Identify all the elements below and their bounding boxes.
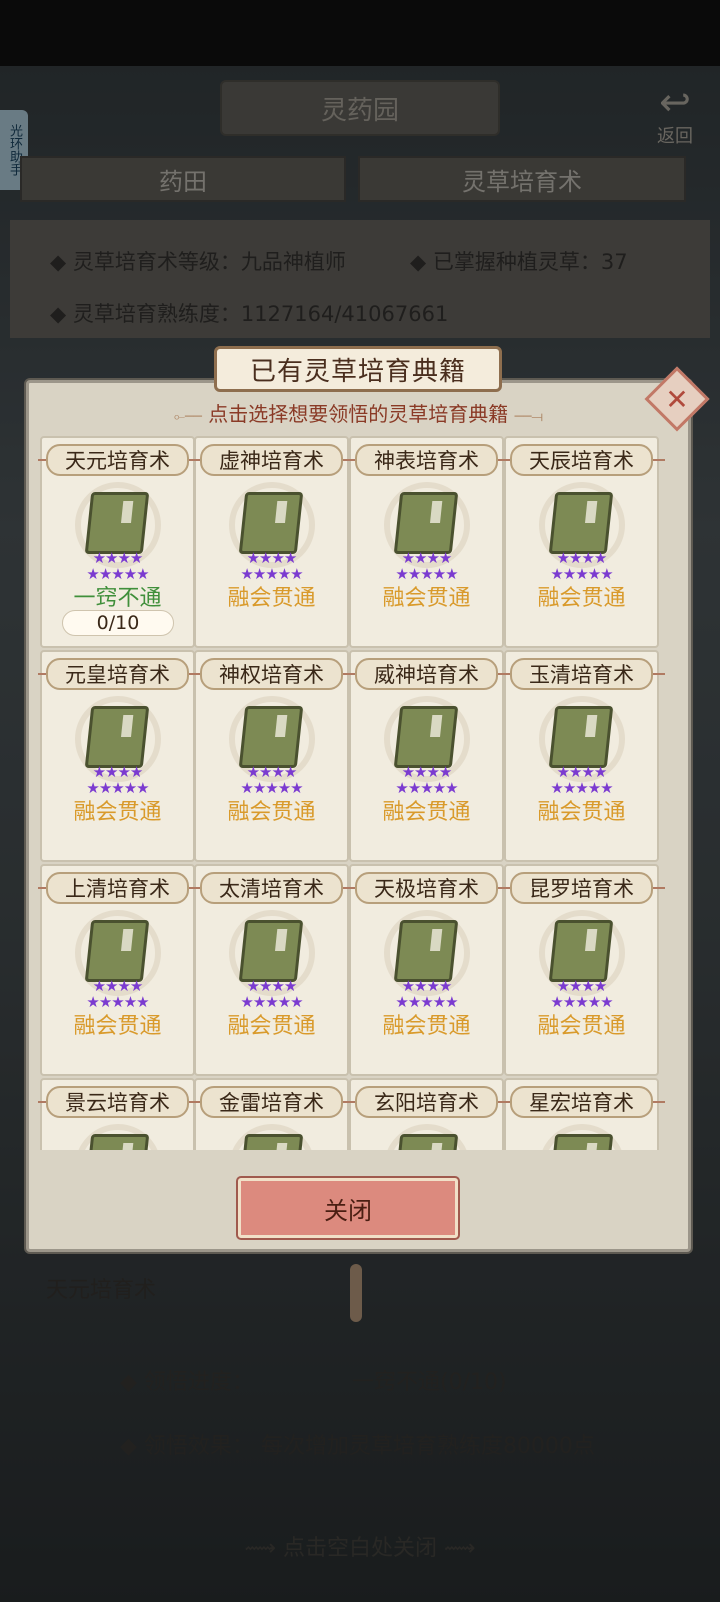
ornament-right-icon: ──⟞ — [514, 409, 544, 425]
progress-pill: 0/10 — [62, 610, 174, 636]
book-name: 天元培育术 — [46, 444, 189, 476]
book-card[interactable]: 景云培育术★★★★★★★★★ — [38, 1078, 201, 1150]
star-rating: ★★★★ ★★★★★ — [550, 763, 613, 797]
book-grid: 天元培育术 ★★★★ ★★★★★ 一窍不通 0/10 虚神培育术 ★★★★ ★★★★★ 融会贯通… — [36, 436, 681, 1150]
mastery-level: 融会贯通 — [73, 1014, 162, 1039]
status-bar — [0, 0, 720, 66]
book-card[interactable]: 星宏培育术★★★★★★★★★ — [502, 1078, 665, 1150]
book-icon — [548, 492, 614, 554]
mastery-level: 融会贯通 — [537, 800, 626, 825]
book-name: 金雷培育术 — [200, 1086, 343, 1118]
book-card[interactable]: 元皇培育术 ★★★★ ★★★★★ 融会贯通 — [38, 650, 201, 862]
book-name: 星宏培育术 — [510, 1086, 653, 1118]
book-icon — [238, 920, 304, 982]
book-card[interactable]: 昆罗培育术 ★★★★ ★★★★★ 融会贯通 — [502, 864, 665, 1076]
book-icon — [238, 1134, 304, 1150]
book-icon — [393, 706, 459, 768]
book-name: 神权培育术 — [200, 658, 343, 690]
book-card[interactable]: 神表培育术 ★★★★ ★★★★★ 融会贯通 — [347, 436, 510, 648]
book-card[interactable]: 天元培育术 ★★★★ ★★★★★ 一窍不通 0/10 — [38, 436, 201, 648]
book-name: 太清培育术 — [200, 872, 343, 904]
book-card[interactable]: 神权培育术 ★★★★ ★★★★★ 融会贯通 — [192, 650, 355, 862]
book-name: 玉清培育术 — [510, 658, 653, 690]
book-name: 神表培育术 — [355, 444, 498, 476]
pendant-decoration — [350, 1264, 362, 1322]
book-icon — [238, 706, 304, 768]
close-button[interactable]: 关闭 — [238, 1178, 458, 1238]
dialog-subtitle: ⟜── 点击选择想要领悟的灵草培育典籍 ──⟞ — [26, 398, 691, 430]
book-card[interactable]: 虚神培育术 ★★★★ ★★★★★ 融会贯通 — [192, 436, 355, 648]
ornament-left-icon: ⟜── — [173, 409, 202, 425]
star-rating: ★★★★ ★★★★★ — [395, 763, 458, 797]
mastery-level: 融会贯通 — [227, 1014, 316, 1039]
book-card[interactable]: 上清培育术 ★★★★ ★★★★★ 融会贯通 — [38, 864, 201, 1076]
book-icon — [393, 1134, 459, 1150]
book-name: 威神培育术 — [355, 658, 498, 690]
book-icon — [548, 1134, 614, 1150]
star-rating: ★★★★ ★★★★★ — [240, 977, 303, 1011]
book-card[interactable]: 天极培育术 ★★★★ ★★★★★ 融会贯通 — [347, 864, 510, 1076]
book-name: 天辰培育术 — [510, 444, 653, 476]
book-card[interactable]: 玄阳培育术★★★★★★★★★ — [347, 1078, 510, 1150]
mastery-level: 融会贯通 — [382, 1014, 471, 1039]
mastery-level: 一窍不通 — [73, 586, 162, 611]
book-name: 上清培育术 — [46, 872, 189, 904]
book-icon — [393, 492, 459, 554]
mastery-level: 融会贯通 — [537, 1014, 626, 1039]
dialog-title: 已有灵草培育典籍 — [214, 346, 502, 392]
mastery-level: 融会贯通 — [537, 586, 626, 611]
star-rating: ★★★★ ★★★★★ — [240, 763, 303, 797]
star-rating: ★★★★ ★★★★★ — [395, 549, 458, 583]
book-icon — [84, 492, 150, 554]
book-name: 景云培育术 — [46, 1086, 189, 1118]
star-rating: ★★★★ ★★★★★ — [550, 977, 613, 1011]
book-icon — [548, 920, 614, 982]
mastery-level: 融会贯通 — [382, 586, 471, 611]
book-icon — [84, 1134, 150, 1150]
book-card[interactable]: 天辰培育术 ★★★★ ★★★★★ 融会贯通 — [502, 436, 665, 648]
star-rating: ★★★★ ★★★★★ — [86, 549, 149, 583]
book-card[interactable]: 金雷培育术★★★★★★★★★ — [192, 1078, 355, 1150]
book-card[interactable]: 威神培育术 ★★★★ ★★★★★ 融会贯通 — [347, 650, 510, 862]
star-rating: ★★★★ ★★★★★ — [550, 549, 613, 583]
star-rating: ★★★★ ★★★★★ — [240, 549, 303, 583]
mastery-level: 融会贯通 — [227, 586, 316, 611]
book-name: 昆罗培育术 — [510, 872, 653, 904]
book-icon — [393, 920, 459, 982]
book-card[interactable]: 太清培育术 ★★★★ ★★★★★ 融会贯通 — [192, 864, 355, 1076]
book-name: 虚神培育术 — [200, 444, 343, 476]
subtitle-text: 点击选择想要领悟的灵草培育典籍 — [208, 402, 509, 426]
star-rating: ★★★★ ★★★★★ — [86, 763, 149, 797]
book-name: 天极培育术 — [355, 872, 498, 904]
star-rating: ★★★★ ★★★★★ — [86, 977, 149, 1011]
star-rating: ★★★★ ★★★★★ — [395, 977, 458, 1011]
book-name: 元皇培育术 — [46, 658, 189, 690]
book-icon — [84, 706, 150, 768]
mastery-level: 融会贯通 — [73, 800, 162, 825]
book-icon — [84, 920, 150, 982]
mastery-level: 融会贯通 — [382, 800, 471, 825]
book-card[interactable]: 玉清培育术 ★★★★ ★★★★★ 融会贯通 — [502, 650, 665, 862]
book-name: 玄阳培育术 — [355, 1086, 498, 1118]
mastery-level: 融会贯通 — [227, 800, 316, 825]
book-icon — [238, 492, 304, 554]
book-icon — [548, 706, 614, 768]
